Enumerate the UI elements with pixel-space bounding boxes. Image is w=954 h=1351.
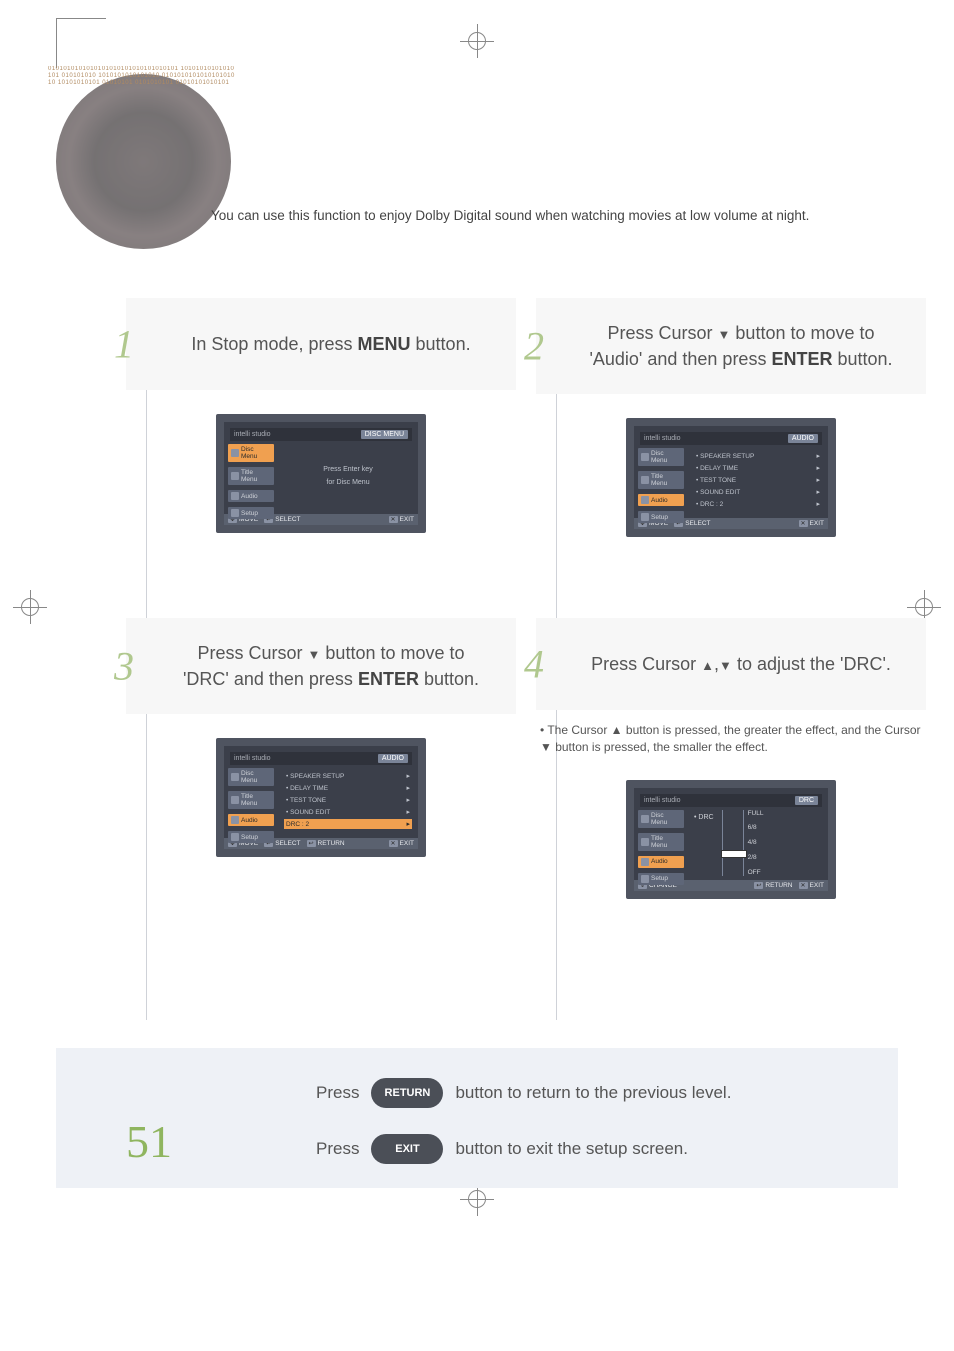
registration-mark-icon [468, 32, 486, 50]
osd-brand: intelli studio [644, 435, 681, 442]
osd-foot-exit: EXIT [810, 520, 824, 527]
osd-side-item: Title Menu [638, 471, 684, 489]
osd-side-item: Disc Menu [638, 810, 684, 828]
osd-side-item: Audio [228, 814, 274, 826]
footer-return-text: button to return to the previous level. [455, 1083, 731, 1103]
footer-press-label: Press [316, 1139, 359, 1159]
osd-tab: AUDIO [788, 434, 818, 443]
drc-scale-label: 2/8 [748, 854, 764, 861]
drc-scale-label: OFF [748, 869, 764, 876]
osd-side-item: Audio [638, 856, 684, 868]
osd-side-item: Setup [228, 507, 274, 519]
step-1-instruction: In Stop mode, press MENU button. [174, 331, 488, 357]
osd-side-item: Title Menu [638, 833, 684, 851]
osd-tab: DRC [795, 796, 818, 805]
osd-step-2: intelli studio AUDIO Disc Menu Title Men… [626, 418, 836, 537]
step-3-line3: button. [424, 669, 479, 689]
step-2-instruction: Press Cursor ▼ button to move to 'Audio'… [584, 320, 898, 372]
intro-text: You can use this function to enjoy Dolby… [211, 206, 831, 227]
exit-button-pill[interactable]: EXIT [371, 1134, 443, 1164]
osd-foot-select: SELECT [275, 840, 300, 847]
page-number: 51 [126, 1115, 172, 1168]
osd-side-item: Setup [638, 873, 684, 885]
enter-button-label: ENTER [771, 349, 832, 369]
drc-scale-label: FULL [748, 810, 764, 817]
step-3: 3 Press Cursor ▼ button to move to 'DRC'… [126, 618, 516, 857]
step-1-line1: In Stop mode, press [191, 334, 352, 354]
osd-step-3: intelli studio AUDIO Disc Menu Title Men… [216, 738, 426, 857]
footer-exit-text: button to exit the setup screen. [455, 1139, 687, 1159]
step-number: 1 [114, 321, 134, 368]
osd-foot-return: RETURN [318, 840, 345, 847]
cursor-down-icon: ▼ [718, 326, 731, 345]
step-3-instruction: Press Cursor ▼ button to move to 'DRC' a… [174, 640, 488, 692]
osd-side-item: Title Menu [228, 467, 274, 485]
step-number: 2 [524, 323, 544, 370]
cursor-down-icon: ▼ [719, 657, 732, 676]
step-4: 4 Press Cursor ▲,▼ to adjust the 'DRC'. … [536, 618, 926, 899]
drc-scale-bar [722, 810, 744, 876]
step-2: 2 Press Cursor ▼ button to move to 'Audi… [536, 298, 926, 537]
osd-side-item: Disc Menu [228, 444, 274, 462]
osd-side-item: Setup [638, 511, 684, 523]
osd-step-1: intelli studio DISC MENU Disc Menu Title… [216, 414, 426, 533]
speaker-ring-text: 0101010101010101010101010101010101 10101… [48, 66, 238, 256]
osd-side-item: Audio [228, 490, 274, 502]
osd-brand: intelli studio [234, 431, 271, 438]
step-3-line1: Press Cursor [197, 643, 302, 663]
cursor-up-icon: ▲ [701, 657, 714, 676]
osd-message: Press Enter key [284, 464, 412, 475]
step-1-line2: button. [416, 334, 471, 354]
osd-side-item: Setup [228, 831, 274, 843]
osd-side-item: Disc Menu [638, 448, 684, 466]
step-2-line3: button. [838, 349, 893, 369]
osd-step-4: intelli studio DRC Disc Menu Title Menu … [626, 780, 836, 899]
return-button-pill[interactable]: RETURN [371, 1078, 443, 1108]
step-number: 4 [524, 641, 544, 688]
enter-button-label: ENTER [358, 669, 419, 689]
osd-side-item: Title Menu [228, 791, 274, 809]
osd-foot-exit: EXIT [400, 840, 414, 847]
footer-press-label: Press [316, 1083, 359, 1103]
osd-tab: AUDIO [378, 754, 408, 763]
osd-tab: DISC MENU [361, 430, 408, 439]
osd-foot-exit: EXIT [810, 882, 824, 889]
step-number: 3 [114, 643, 134, 690]
osd-foot-select: SELECT [275, 516, 300, 523]
osd-side-item: Audio [638, 494, 684, 506]
osd-foot-exit: EXIT [400, 516, 414, 523]
cursor-down-icon: ▼ [308, 646, 321, 665]
menu-button-label: MENU [358, 334, 411, 354]
drc-scale-label: 4/8 [748, 839, 764, 846]
osd-foot-return: RETURN [765, 882, 792, 889]
step-4-line2: to adjust the 'DRC'. [737, 654, 891, 674]
osd-drc-label: DRC [698, 814, 713, 821]
step-4-bullet: The Cursor ▲ button is pressed, the grea… [540, 722, 922, 756]
step-1: 1 In Stop mode, press MENU button. intel… [126, 298, 516, 533]
step-4-line1: Press Cursor [591, 654, 696, 674]
step-2-line1: Press Cursor [607, 323, 712, 343]
registration-mark-icon [21, 598, 39, 616]
footer-band: Press RETURN button to return to the pre… [56, 1048, 898, 1188]
registration-mark-icon [468, 1190, 486, 1208]
drc-slider-icon [721, 850, 747, 858]
osd-side-item: Disc Menu [228, 768, 274, 786]
drc-scale-label: 6/8 [748, 824, 764, 831]
osd-brand: intelli studio [234, 755, 271, 762]
osd-message: for Disc Menu [284, 477, 412, 488]
osd-brand: intelli studio [644, 797, 681, 804]
osd-foot-select: SELECT [685, 520, 710, 527]
step-4-instruction: Press Cursor ▲,▼ to adjust the 'DRC'. [584, 651, 898, 677]
